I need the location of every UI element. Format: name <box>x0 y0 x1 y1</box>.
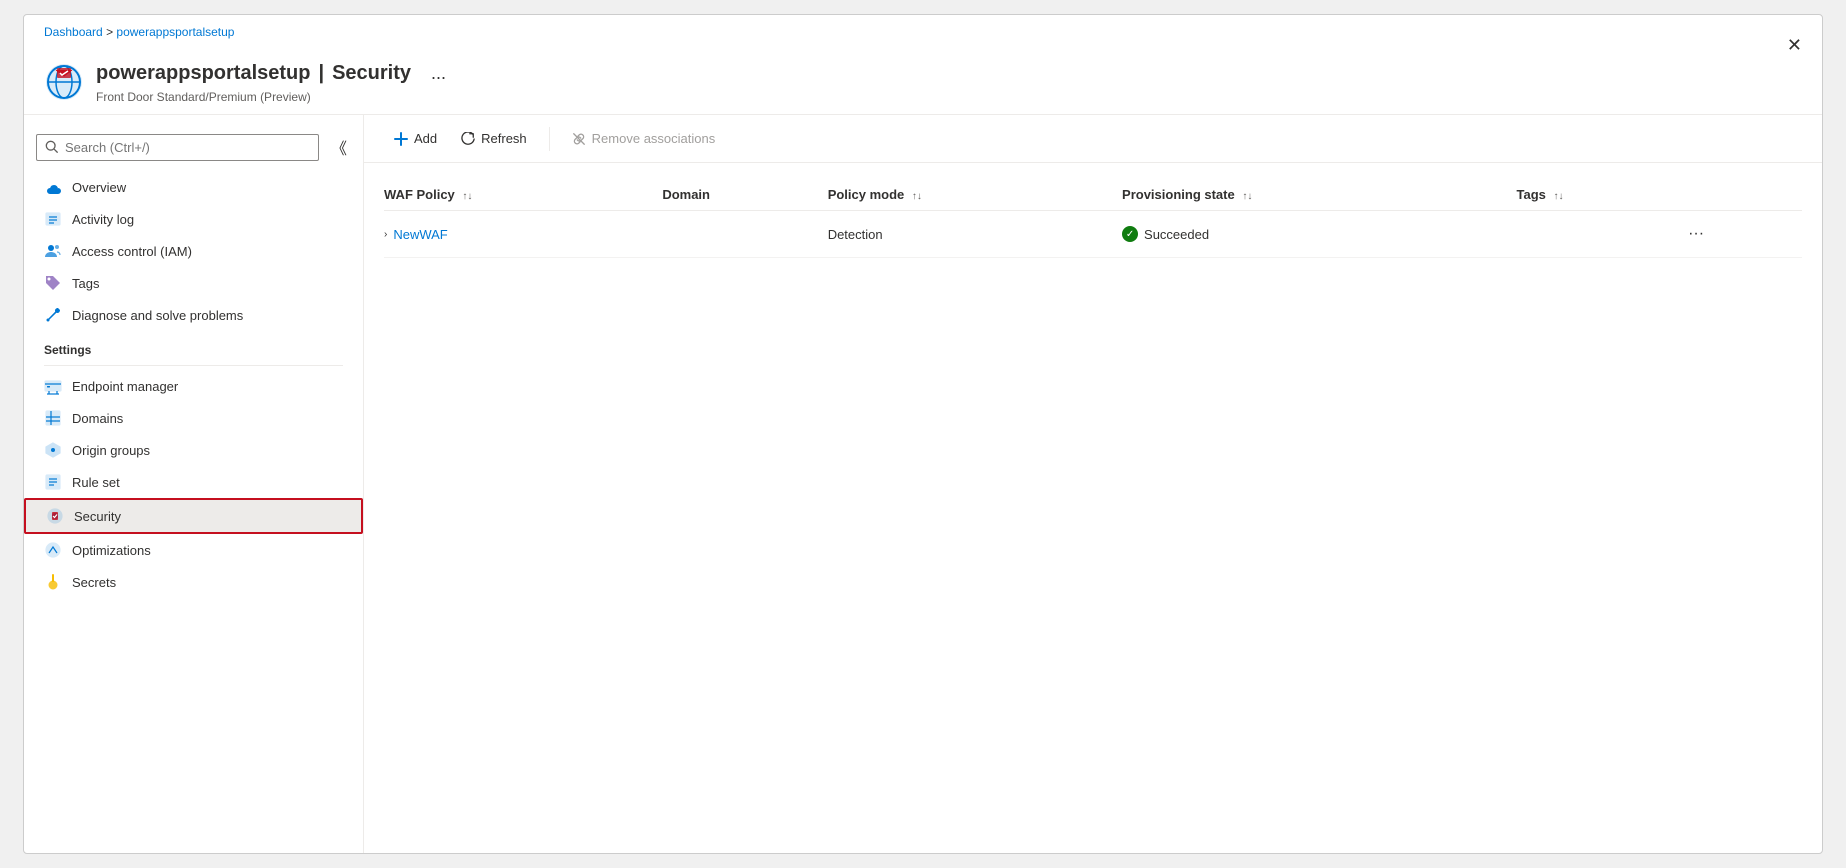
breadcrumb: Dashboard > powerappsportalsetup <box>44 25 234 39</box>
sidebar-item-rule-set[interactable]: Rule set <box>24 466 363 498</box>
sort-icon-waf: ↑↓ <box>462 191 472 202</box>
sidebar-item-label-activity-log: Activity log <box>72 212 134 227</box>
sidebar-item-activity-log[interactable]: Activity log <box>24 203 363 235</box>
header-subtitle: Front Door Standard/Premium (Preview) <box>96 90 1802 104</box>
sidebar-item-endpoint-manager[interactable]: Endpoint manager <box>24 370 363 402</box>
row-actions-button[interactable]: ··· <box>1680 221 1712 247</box>
sidebar-item-secrets[interactable]: Secrets <box>24 566 363 598</box>
expand-chevron-icon[interactable]: › <box>384 229 387 240</box>
sort-icon-tags: ↑↓ <box>1554 191 1564 202</box>
column-policy-mode[interactable]: Policy mode ↑↓ <box>828 179 1122 211</box>
sidebar-item-access-control[interactable]: Access control (IAM) <box>24 235 363 267</box>
sidebar-item-label-secrets: Secrets <box>72 575 116 590</box>
window-header: Dashboard > powerappsportalsetup <box>24 15 1822 114</box>
main-layout: 《 Overview <box>24 114 1822 853</box>
header-content: powerappsportalsetup | Security ... Fron… <box>44 59 1802 104</box>
remove-label: Remove associations <box>592 131 716 146</box>
succeeded-icon: ✓ <box>1122 226 1138 242</box>
table-row: › NewWAF Detection <box>384 211 1802 258</box>
status-succeeded: ✓ Succeeded <box>1122 226 1504 242</box>
data-table: WAF Policy ↑↓ Domain Policy mode ↑↓ <box>384 179 1802 258</box>
header-title: powerappsportalsetup | Security ... <box>96 59 1802 88</box>
refresh-button[interactable]: Refresh <box>451 125 537 152</box>
sidebar-item-security[interactable]: Security <box>24 498 363 534</box>
cell-domain <box>662 211 827 258</box>
toolbar: Add Refresh Remove asso <box>364 115 1822 163</box>
cloud-icon <box>44 178 62 196</box>
search-icon <box>45 140 59 154</box>
header-ellipsis-button[interactable]: ... <box>423 59 454 88</box>
security-icon <box>46 507 64 525</box>
origin-icon <box>44 441 62 459</box>
sidebar-item-origin-groups[interactable]: Origin groups <box>24 434 363 466</box>
sidebar-item-label-tags: Tags <box>72 276 99 291</box>
column-tags[interactable]: Tags ↑↓ <box>1517 179 1681 211</box>
table-header-row: WAF Policy ↑↓ Domain Policy mode ↑↓ <box>384 179 1802 211</box>
settings-divider <box>44 365 343 366</box>
wrench-icon <box>44 306 62 324</box>
tag-icon <box>44 274 62 292</box>
sidebar-item-tags[interactable]: Tags <box>24 267 363 299</box>
cell-row-actions: ··· <box>1680 211 1802 258</box>
sidebar-item-label-optimizations: Optimizations <box>72 543 151 558</box>
list-icon <box>44 210 62 228</box>
breadcrumb-dashboard[interactable]: Dashboard <box>44 25 103 39</box>
sidebar-item-label-overview: Overview <box>72 180 126 195</box>
domains-icon <box>44 409 62 427</box>
content-area: Add Refresh Remove asso <box>364 115 1822 853</box>
main-window: Dashboard > powerappsportalsetup <box>23 14 1823 854</box>
search-box[interactable] <box>36 134 319 161</box>
add-label: Add <box>414 131 437 146</box>
sidebar-item-optimizations[interactable]: Optimizations <box>24 534 363 566</box>
resource-name: powerappsportalsetup <box>96 62 310 85</box>
endpoint-icon <box>44 377 62 395</box>
optimizations-icon <box>44 541 62 559</box>
people-icon <box>44 242 62 260</box>
refresh-label: Refresh <box>481 131 527 146</box>
column-waf-policy[interactable]: WAF Policy ↑↓ <box>384 179 662 211</box>
remove-associations-button[interactable]: Remove associations <box>562 125 726 152</box>
search-input[interactable] <box>65 140 310 155</box>
sidebar-item-label-security: Security <box>74 509 121 524</box>
sidebar-search-area: 《 <box>24 123 363 171</box>
column-actions <box>1680 179 1802 211</box>
sidebar-item-label-endpoint-manager: Endpoint manager <box>72 379 178 394</box>
sidebar-item-label-origin-groups: Origin groups <box>72 443 150 458</box>
close-button[interactable]: ✕ <box>1783 31 1806 60</box>
refresh-icon <box>461 132 475 146</box>
resource-icon <box>44 62 84 102</box>
cell-tags <box>1517 211 1681 258</box>
sort-icon-provisioning: ↑↓ <box>1242 191 1252 202</box>
column-domain: Domain <box>662 179 827 211</box>
table-area: WAF Policy ↑↓ Domain Policy mode ↑↓ <box>364 163 1822 853</box>
sidebar: 《 Overview <box>24 115 364 853</box>
settings-section-title: Settings <box>24 331 363 361</box>
toolbar-separator <box>549 127 550 151</box>
sort-icon-policy: ↑↓ <box>912 191 922 202</box>
waf-policy-link[interactable]: › NewWAF <box>384 227 650 242</box>
cell-waf-policy: › NewWAF <box>384 211 662 258</box>
page-name: Security <box>332 62 411 85</box>
sidebar-item-label-domains: Domains <box>72 411 123 426</box>
cell-provisioning-state: ✓ Succeeded <box>1122 211 1516 258</box>
sidebar-item-domains[interactable]: Domains <box>24 402 363 434</box>
sidebar-item-label-rule-set: Rule set <box>72 475 120 490</box>
ruleset-icon <box>44 473 62 491</box>
link-icon <box>572 132 586 146</box>
add-icon <box>394 132 408 146</box>
header-text: powerappsportalsetup | Security ... Fron… <box>96 59 1802 104</box>
sidebar-item-diagnose[interactable]: Diagnose and solve problems <box>24 299 363 331</box>
add-button[interactable]: Add <box>384 125 447 152</box>
sidebar-item-overview[interactable]: Overview <box>24 171 363 203</box>
sidebar-item-label-diagnose: Diagnose and solve problems <box>72 308 243 323</box>
column-provisioning-state[interactable]: Provisioning state ↑↓ <box>1122 179 1516 211</box>
collapse-sidebar-button[interactable]: 《 <box>327 131 351 163</box>
sidebar-item-label-access-control: Access control (IAM) <box>72 244 192 259</box>
breadcrumb-resource[interactable]: powerappsportalsetup <box>116 25 234 39</box>
cell-policy-mode: Detection <box>828 211 1122 258</box>
secrets-icon <box>44 573 62 591</box>
